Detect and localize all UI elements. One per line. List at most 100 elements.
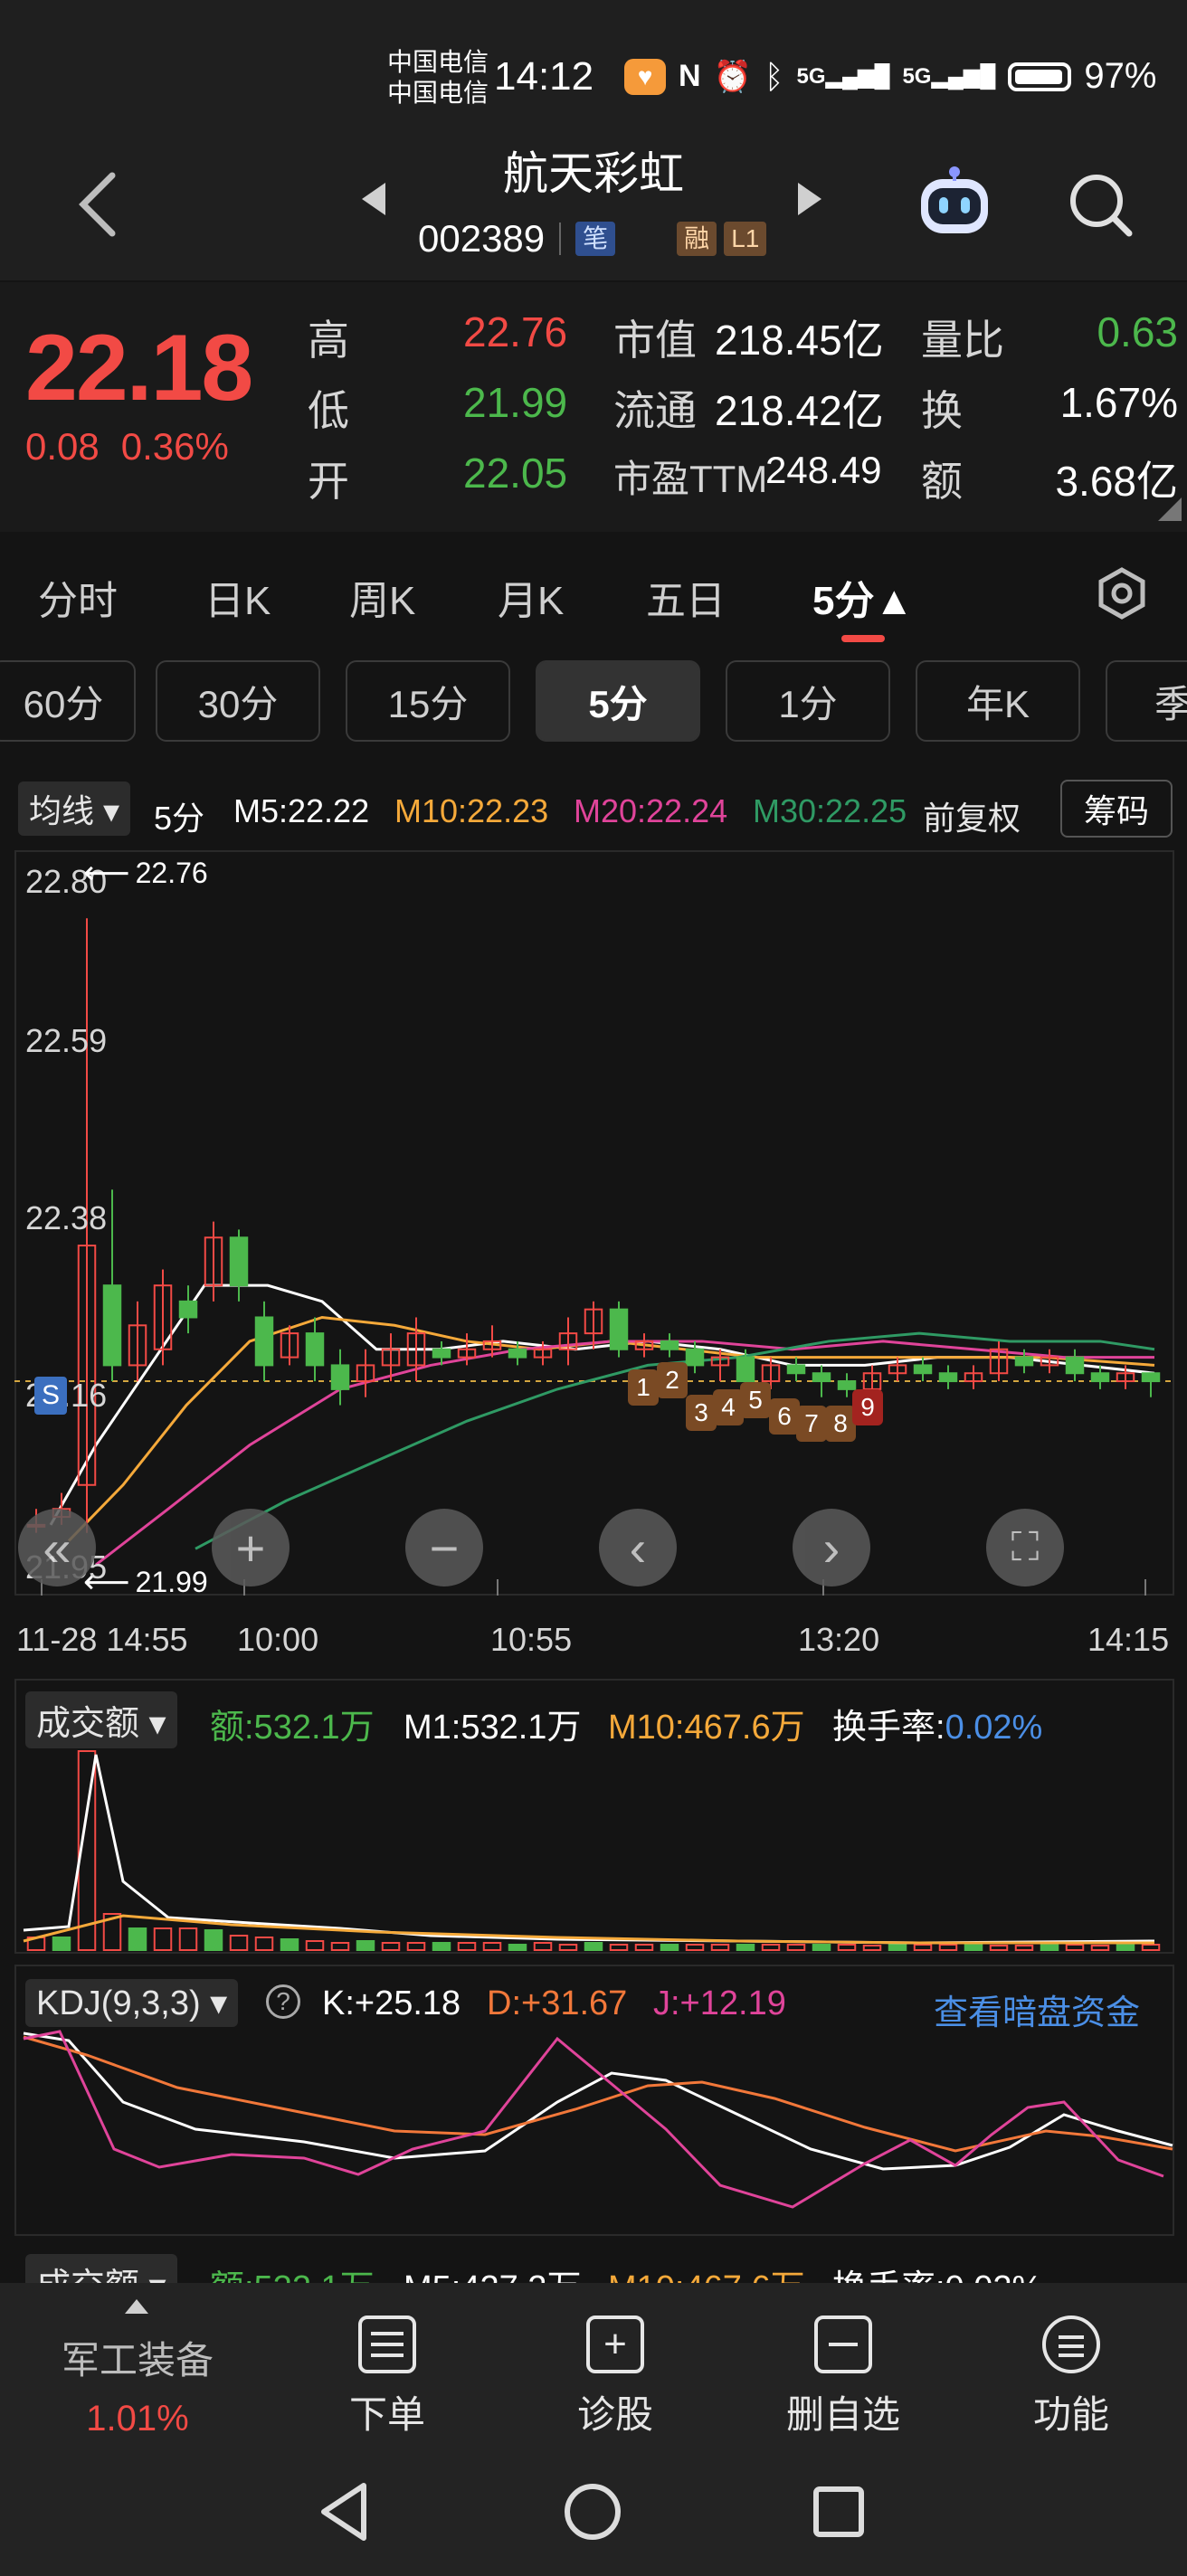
- scroll-left-icon[interactable]: ‹: [599, 1509, 677, 1586]
- volume-bar: [229, 1935, 249, 1951]
- x-label-2: 10:00: [237, 1621, 319, 1658]
- adjust-mode[interactable]: 前复权: [923, 792, 1021, 839]
- subtab-quarterly-k[interactable]: 季: [1106, 660, 1187, 742]
- chip-distribution-button[interactable]: 筹码: [1060, 780, 1173, 838]
- signal-5g-2: 5G▂▄▆█: [902, 64, 996, 89]
- expand-up-icon[interactable]: [123, 2297, 150, 2316]
- functions-menu-icon: [1042, 2316, 1100, 2373]
- system-recents-icon[interactable]: [812, 2486, 865, 2538]
- subtab-15min[interactable]: 15分: [346, 660, 510, 742]
- tab-five-day[interactable]: 五日: [646, 568, 726, 626]
- volume-bar: [128, 1927, 147, 1951]
- tab-5min[interactable]: 5分▲: [812, 568, 914, 626]
- subtab-5min[interactable]: 5分: [536, 660, 700, 742]
- nav-functions-label: 功能: [1032, 2393, 1109, 2436]
- nav-order[interactable]: 下单: [306, 2316, 469, 2439]
- tab-daily-k[interactable]: 日K: [204, 568, 271, 626]
- tab-intraday[interactable]: 分时: [38, 568, 118, 626]
- volume-bar: [710, 1944, 730, 1951]
- candle-body: [812, 1372, 831, 1383]
- volume-bar: [1065, 1944, 1085, 1951]
- carrier-info: 中国电信 中国电信: [387, 47, 489, 109]
- prev-stock-icon[interactable]: [360, 181, 387, 217]
- volume-bar: [508, 1944, 527, 1951]
- volume-bar: [432, 1942, 451, 1951]
- volume-bar: [1141, 1944, 1161, 1951]
- heart-app-icon: ♥: [624, 58, 666, 95]
- volume-bar: [558, 1944, 578, 1951]
- kdj-chart[interactable]: [14, 2022, 1174, 2236]
- candle-body: [330, 1364, 350, 1390]
- subtab-1min[interactable]: 1分: [726, 660, 890, 742]
- kline-chart[interactable]: [14, 850, 1174, 1596]
- system-back-icon[interactable]: [317, 2480, 371, 2543]
- diagnose-plus-icon: +: [586, 2316, 644, 2373]
- nav-diagnose-label: 诊股: [576, 2393, 653, 2436]
- zoom-in-icon[interactable]: +: [212, 1509, 290, 1586]
- seq-badge-2: 2: [657, 1362, 688, 1398]
- subtab-60min[interactable]: 60分: [0, 660, 136, 742]
- volume-bar: [482, 1942, 502, 1951]
- system-home-icon[interactable]: [563, 2482, 622, 2542]
- next-stock-icon[interactable]: [796, 181, 823, 217]
- high-value: 22.76: [463, 308, 568, 355]
- open-value: 22.05: [463, 450, 568, 497]
- high-marker-value: 22.76: [135, 856, 208, 889]
- volume-bar: [533, 1942, 553, 1951]
- candle-body: [432, 1348, 451, 1359]
- search-icon[interactable]: [1064, 168, 1136, 241]
- volume-bar: [584, 1942, 603, 1951]
- x-label-1: 11-28 14:55: [16, 1621, 188, 1658]
- stock-code: 002389: [418, 217, 546, 260]
- volume-bar: [862, 1945, 882, 1951]
- nav-diagnose[interactable]: + 诊股: [534, 2316, 697, 2439]
- tag-level: L1: [724, 222, 767, 256]
- battery-icon: [1008, 62, 1072, 91]
- kdj-j: J:+12.19: [653, 1984, 786, 2022]
- volume2-dropdown[interactable]: 成交额 ▾: [25, 2254, 177, 2283]
- volume2-m5: M5:427.2万: [404, 2259, 581, 2283]
- volume-bar: [609, 1944, 629, 1951]
- x-label-5: 14:15: [1087, 1621, 1170, 1658]
- robot-assistant-icon[interactable]: [914, 163, 995, 244]
- nav-functions[interactable]: 功能: [990, 2316, 1153, 2439]
- settings-hexagon-icon[interactable]: [1095, 566, 1149, 620]
- signal-s-badge[interactable]: S: [34, 1377, 67, 1415]
- carrier-1: 中国电信: [387, 48, 489, 76]
- zoom-out-icon[interactable]: −: [405, 1509, 483, 1586]
- fullscreen-icon[interactable]: ⛶: [986, 1509, 1064, 1586]
- rewind-fast-icon[interactable]: «: [18, 1509, 96, 1586]
- volume-bar: [888, 1944, 907, 1951]
- mcap-value: 218.45亿: [715, 317, 884, 364]
- expand-corner-icon[interactable]: [1158, 497, 1182, 521]
- volume-bar: [330, 1942, 350, 1951]
- float-value: 218.42亿: [715, 387, 884, 434]
- volume-chart[interactable]: [14, 1737, 1174, 1954]
- volume-bar: [1014, 1945, 1034, 1951]
- subtab-yearly-k[interactable]: 年K: [916, 660, 1080, 742]
- change-percent: 0.36%: [120, 425, 229, 468]
- kdj-j-line: [23, 2030, 1164, 2209]
- tag-bi: 笔: [575, 222, 616, 256]
- candle-body: [1014, 1356, 1034, 1367]
- x-label-4: 13:20: [798, 1621, 880, 1658]
- volume-bar: [305, 1940, 325, 1951]
- sector-name[interactable]: 军工装备: [47, 2330, 228, 2385]
- low-value: 21.99: [463, 379, 568, 426]
- signal-5g-1: 5G▂▄▆█: [796, 64, 890, 89]
- nav-remove-watchlist[interactable]: 删自选: [762, 2316, 925, 2439]
- ma-dropdown[interactable]: 均线 ▾: [18, 781, 131, 836]
- scroll-right-icon[interactable]: ›: [793, 1509, 870, 1586]
- remove-minus-icon: [814, 2316, 872, 2373]
- volume-bar: [736, 1944, 755, 1951]
- tab-monthly-k[interactable]: 月K: [498, 568, 564, 626]
- volume-bar: [761, 1944, 781, 1951]
- nfc-icon: N: [679, 59, 701, 93]
- help-icon[interactable]: ?: [266, 1984, 300, 2019]
- tab-weekly-k[interactable]: 周K: [349, 568, 415, 626]
- subtab-30min[interactable]: 30分: [156, 660, 320, 742]
- volume-bar: [786, 1944, 806, 1951]
- pe-value: 248.49: [765, 449, 882, 491]
- seq-badge-6: 6: [769, 1398, 800, 1435]
- kdj-dropdown[interactable]: KDJ(9,3,3) ▾: [25, 1979, 239, 2027]
